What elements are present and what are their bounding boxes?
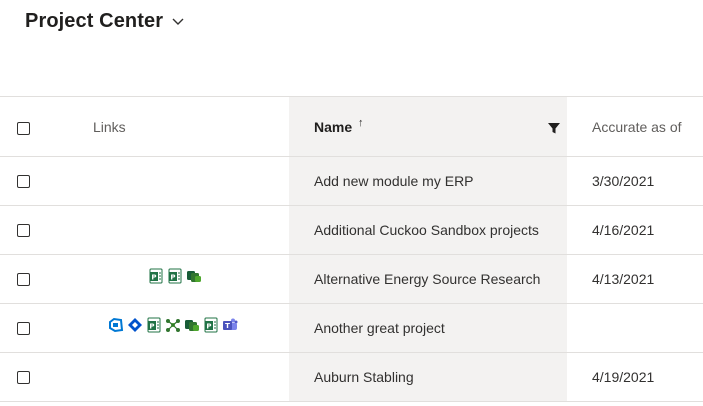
- row-checkbox[interactable]: [17, 273, 30, 286]
- svg-text:P: P: [206, 323, 211, 331]
- projects-grid: Links Name ↑ Accurate as of Add new modu…: [0, 96, 703, 402]
- svg-text:P: P: [149, 323, 154, 331]
- accurate-as-of-date: 4/16/2021: [592, 222, 655, 238]
- links-cell: P P: [148, 268, 202, 284]
- svg-text:P: P: [151, 274, 156, 282]
- svg-text:T: T: [225, 322, 230, 330]
- project-icon[interactable]: P: [146, 317, 162, 333]
- table-row[interactable]: Add new module my ERP 3/30/2021: [0, 157, 703, 206]
- project-name[interactable]: Alternative Energy Source Research: [314, 271, 540, 287]
- accurate-as-of-date: 4/19/2021: [592, 369, 655, 385]
- planner-icon[interactable]: [184, 317, 200, 333]
- project-center-page: Project Center Links Name ↑ Accurate as …: [0, 0, 703, 406]
- flow-icon[interactable]: [165, 317, 181, 333]
- project-icon[interactable]: P: [148, 268, 164, 284]
- project-name[interactable]: Auburn Stabling: [314, 369, 414, 385]
- project-name[interactable]: Another great project: [314, 320, 445, 336]
- filter-icon[interactable]: [547, 121, 561, 135]
- page-title: Project Center: [25, 9, 164, 32]
- row-checkbox[interactable]: [17, 175, 30, 188]
- column-header-accurate-as-of[interactable]: Accurate as of: [592, 119, 682, 135]
- project-name[interactable]: Add new module my ERP: [314, 173, 474, 189]
- jira-icon[interactable]: [127, 317, 143, 333]
- project-center-title-dropdown[interactable]: Project Center: [25, 8, 185, 34]
- azure-devops-icon[interactable]: [108, 317, 124, 333]
- table-row[interactable]: Auburn Stabling 4/19/2021: [0, 353, 703, 402]
- accurate-as-of-date: 3/30/2021: [592, 173, 655, 189]
- sort-ascending-icon: ↑: [358, 117, 364, 129]
- chevron-down-icon: [172, 18, 184, 25]
- column-header-name[interactable]: Name: [314, 119, 352, 135]
- project-name[interactable]: Additional Cuckoo Sandbox projects: [314, 222, 539, 238]
- grid-header-row: Links Name ↑ Accurate as of: [0, 96, 703, 157]
- project-icon[interactable]: P: [203, 317, 219, 333]
- select-all-checkbox[interactable]: [17, 122, 30, 135]
- accurate-as-of-date: 4/13/2021: [592, 271, 655, 287]
- links-cell: P P T: [108, 317, 238, 333]
- row-checkbox[interactable]: [17, 371, 30, 384]
- svg-text:P: P: [170, 274, 175, 282]
- row-checkbox[interactable]: [17, 322, 30, 335]
- table-row[interactable]: Additional Cuckoo Sandbox projects 4/16/…: [0, 206, 703, 255]
- table-row[interactable]: P P Alternative Energy Source Research 4…: [0, 255, 703, 304]
- table-row[interactable]: P P T Another great project: [0, 304, 703, 353]
- project-icon[interactable]: P: [167, 268, 183, 284]
- planner-icon[interactable]: [186, 268, 202, 284]
- column-header-links: Links: [93, 119, 126, 135]
- row-checkbox[interactable]: [17, 224, 30, 237]
- teams-icon[interactable]: T: [222, 317, 238, 333]
